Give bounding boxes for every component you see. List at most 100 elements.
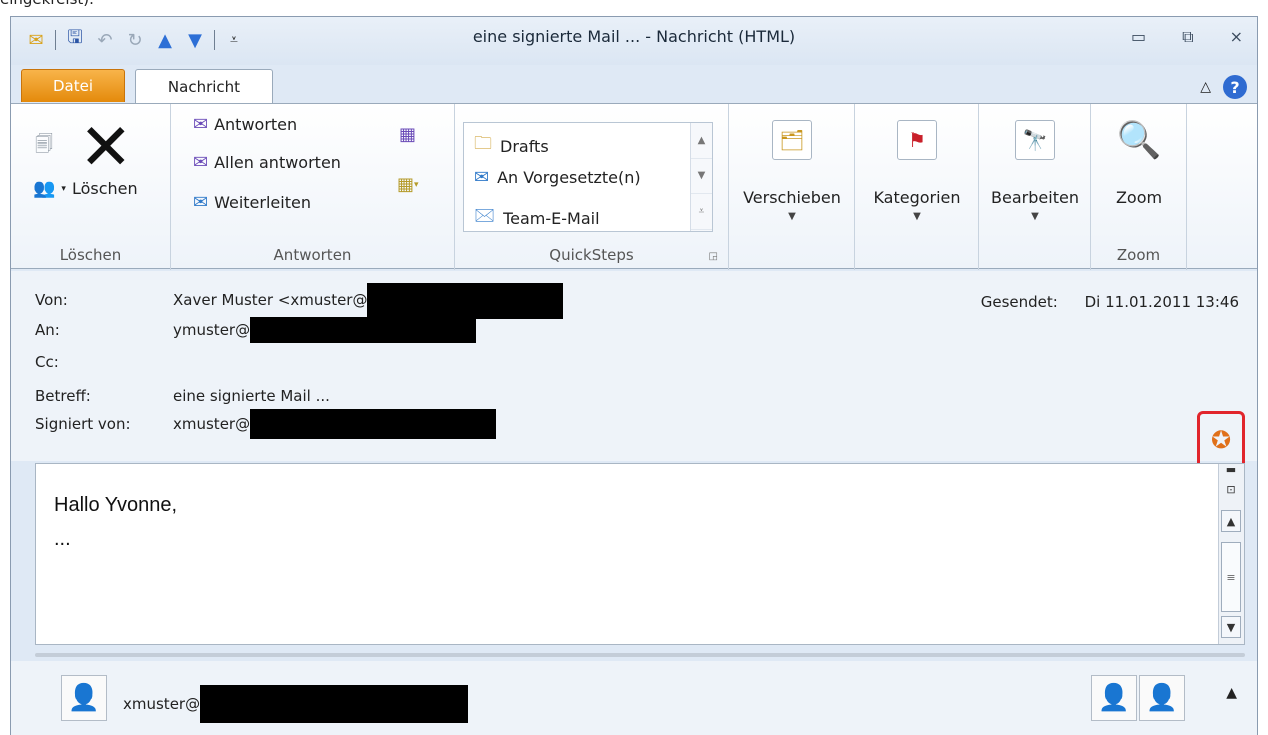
tab-nachricht[interactable]: Nachricht	[135, 69, 273, 104]
dialog-launcher-icon[interactable]: ◲	[709, 251, 718, 262]
quickstep-an-vorgesetzte[interactable]: ✉ An Vorgesetzte(n)	[474, 167, 641, 188]
redacted-block	[250, 317, 477, 343]
group-label: Löschen	[59, 246, 122, 264]
scroll-up-icon[interactable]: ▲	[691, 123, 712, 159]
message-options-icon[interactable]: ⊡	[1221, 478, 1241, 500]
to-value[interactable]: ymuster@	[173, 321, 250, 343]
group-kategorien: ⚑ Kategorien ▼	[855, 104, 979, 270]
quickstep-label: Drafts	[500, 136, 549, 156]
quicksteps-scrollbar[interactable]: ▲ ▼ ⩡	[690, 123, 712, 231]
expand-people-pane-icon[interactable]: ▲	[1226, 685, 1237, 701]
dropdown-arrow-icon: ▼	[788, 211, 796, 222]
delete-button[interactable]: 👥 ▾ Löschen	[33, 178, 138, 199]
team-email-icon: 🖂	[474, 205, 496, 226]
outlook-message-window: ✉ 🖫 ↶ ↻ ▲ ▼ ⩡ eine signierte Mail ... - …	[10, 16, 1258, 735]
tab-datei[interactable]: Datei	[21, 69, 125, 102]
ribbon-tab-extras: △ ?	[1200, 75, 1247, 99]
body-scrollbar[interactable]: ▬ ⊡ ▲ ≡ ▼	[1218, 463, 1244, 644]
dropdown-arrow-icon: ▼	[913, 211, 921, 222]
forward-icon: ✉	[474, 167, 490, 188]
body-line: Hallo Yvonne,	[54, 494, 178, 516]
split-handle-icon[interactable]: ▬	[1221, 463, 1241, 476]
group-label: Zoom	[1116, 246, 1161, 264]
delete-icon[interactable]: ✕	[79, 116, 133, 180]
contact-avatar-icon[interactable]: 👤	[1139, 675, 1185, 721]
move-label: Verschieben	[743, 188, 841, 207]
categorize-label: Kategorien	[873, 188, 961, 207]
forward-button[interactable]: ✉ Weiterleiten	[193, 192, 311, 213]
window-controls: ▭ ⧉ ⨯	[1131, 27, 1243, 47]
ribbon-tabs: Datei Nachricht	[21, 69, 273, 104]
people-pane-splitter[interactable]	[35, 653, 1245, 657]
ribbon: 🗐 ✕ 👥 ▾ Löschen Löschen ✉ Antworten ✉ Al…	[11, 103, 1257, 270]
signed-by-label: Signiert von:	[35, 415, 131, 433]
zoom-button[interactable]: 🔍 Zoom	[1084, 120, 1194, 207]
redacted-block	[367, 283, 564, 319]
flag-icon: ⚑	[897, 120, 937, 160]
people-pane-contact[interactable]: xmuster@	[123, 685, 469, 723]
help-icon[interactable]: ?	[1223, 75, 1247, 99]
scroll-thumb[interactable]: ≡	[1221, 542, 1241, 612]
subject-label: Betreff:	[35, 387, 91, 405]
zoom-label: Zoom	[1115, 188, 1163, 207]
move-button[interactable]: 🗂 Verschieben ▼	[737, 120, 847, 222]
expand-gallery-icon[interactable]: ⩡	[691, 194, 712, 230]
reply-all-icon: ✉	[193, 152, 209, 173]
reply-button[interactable]: ✉ Antworten	[193, 114, 297, 135]
reply-icon: ✉	[193, 114, 209, 135]
quickstep-label: An Vorgesetzte(n)	[497, 168, 641, 187]
delete-label: Löschen	[71, 179, 138, 198]
from-label: Von:	[35, 291, 68, 309]
reply-label: Antworten	[214, 115, 298, 134]
title-bar: ✉ 🖫 ↶ ↻ ▲ ▼ ⩡ eine signierte Mail ... - …	[11, 17, 1257, 65]
subject-row: Betreff: eine signierte Mail ...	[35, 387, 330, 405]
more-respond-icon[interactable]: ▦ ▾	[397, 174, 419, 195]
zoom-icon: 🔍	[1116, 120, 1162, 161]
body-line: ...	[54, 528, 71, 550]
minimize-ribbon-icon[interactable]: △	[1200, 79, 1211, 95]
scroll-up-icon[interactable]: ▲	[1221, 510, 1241, 532]
contact-name: xmuster@	[123, 695, 201, 713]
minimize-icon[interactable]: ▭	[1131, 27, 1146, 47]
message-header: Von: Xaver Muster <xmuster@ An: ymuster@…	[11, 271, 1257, 461]
from-value[interactable]: Xaver Muster <xmuster@	[173, 291, 367, 319]
from-row: Von: Xaver Muster <xmuster@	[35, 283, 564, 319]
group-label: QuickSteps	[549, 246, 634, 264]
forward-icon: ✉	[193, 192, 209, 213]
restore-icon[interactable]: ⧉	[1182, 27, 1193, 47]
contact-avatar-icon[interactable]: 👤	[1091, 675, 1137, 721]
subject-value: eine signierte Mail ...	[173, 387, 330, 405]
scroll-down-icon[interactable]: ▼	[691, 159, 712, 195]
close-icon[interactable]: ⨯	[1230, 27, 1243, 47]
digital-signature-icon[interactable]: ✪	[1197, 411, 1245, 469]
group-zoom: 🔍 Zoom Zoom	[1091, 104, 1187, 270]
signed-by-row: Signiert von: xmuster@	[35, 409, 497, 439]
meeting-reply-icon[interactable]: ▦	[399, 124, 416, 145]
contact-avatar-icon[interactable]: 👤	[61, 675, 107, 721]
people-icon: 👥	[33, 178, 56, 199]
edit-button[interactable]: 🔭 Bearbeiten ▼	[980, 120, 1090, 222]
message-body[interactable]: Hallo Yvonne, ... ▬ ⊡ ▲ ≡ ▼	[35, 463, 1245, 645]
redacted-block	[200, 685, 469, 723]
forward-label: Weiterleiten	[214, 193, 311, 212]
reply-all-button[interactable]: ✉ Allen antworten	[193, 152, 341, 173]
group-loeschen: 🗐 ✕ 👥 ▾ Löschen Löschen	[11, 104, 171, 270]
group-quicksteps: 🗀 Drafts ✉ An Vorgesetzte(n) 🖂 Team-E-Ma…	[455, 104, 729, 270]
move-to-folder-icon: 🗀	[474, 133, 492, 154]
ignore-icon[interactable]: 🗐	[35, 132, 53, 162]
quickstep-team-email[interactable]: 🖂 Team-E-Mail	[474, 203, 600, 233]
signed-by-value[interactable]: xmuster@	[173, 415, 250, 439]
dropdown-arrow-icon: ▼	[1031, 211, 1039, 222]
scroll-down-icon[interactable]: ▼	[1221, 616, 1241, 638]
group-bearbeiten: 🔭 Bearbeiten ▼	[979, 104, 1091, 270]
quicksteps-gallery: 🗀 Drafts ✉ An Vorgesetzte(n) 🖂 Team-E-Ma…	[463, 122, 713, 232]
cc-label: Cc:	[35, 353, 59, 371]
quickstep-drafts[interactable]: 🗀 Drafts	[474, 131, 549, 161]
edit-label: Bearbeiten	[991, 188, 1079, 207]
sent-value: Di 11.01.2011 13:46	[1084, 293, 1239, 311]
group-verschieben: 🗂 Verschieben ▼	[729, 104, 855, 270]
to-row: An: ymuster@	[35, 317, 477, 343]
categorize-button[interactable]: ⚑ Kategorien ▼	[862, 120, 972, 222]
find-icon: 🔭	[1015, 120, 1055, 160]
window-title: eine signierte Mail ... - Nachricht (HTM…	[472, 27, 796, 46]
